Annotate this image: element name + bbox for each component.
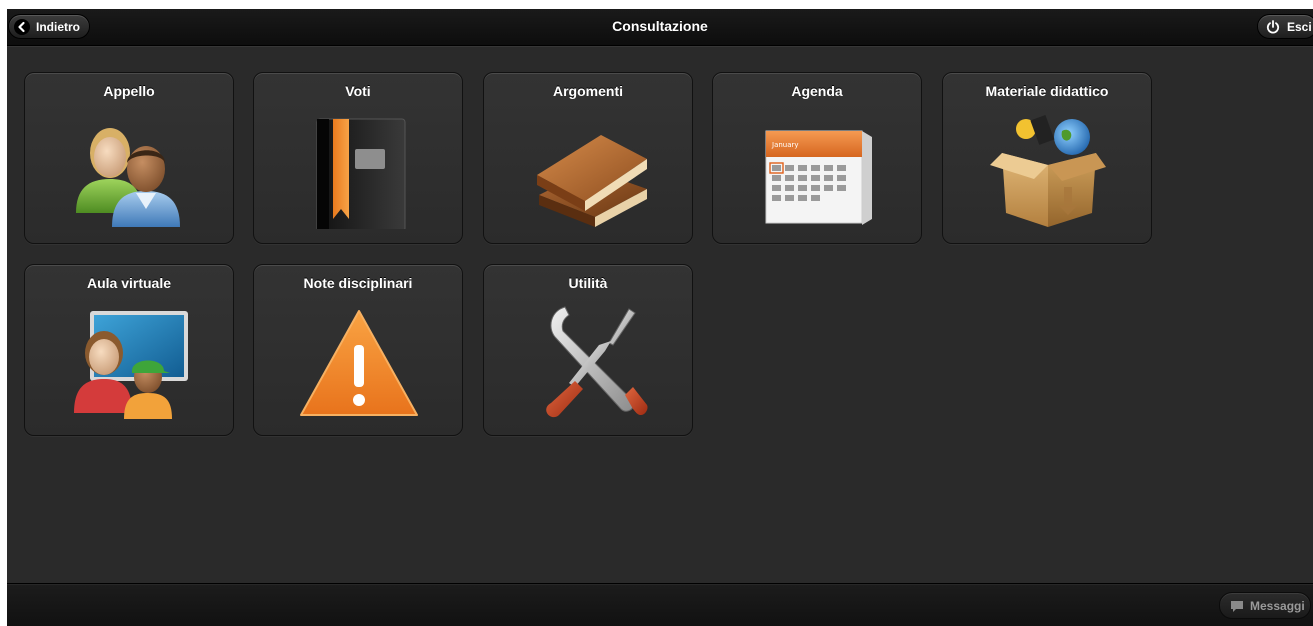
tile-label: Argomenti (553, 83, 623, 99)
people-icon (70, 109, 190, 229)
chevron-left-icon (13, 18, 31, 36)
tile-appello[interactable]: Appello (24, 72, 234, 244)
tile-label: Aula virtuale (86, 275, 172, 291)
exit-button[interactable]: Esci (1257, 14, 1313, 39)
back-button[interactable]: Indietro (8, 14, 90, 39)
tile-label: Voti (345, 83, 371, 99)
exit-button-label: Esci (1287, 19, 1312, 34)
app-window: Consultazione Indietro Esci Appello Voti… (7, 9, 1313, 626)
tile-utilita[interactable]: Utilità (483, 264, 693, 436)
calendar-month: January (771, 141, 799, 149)
tile-note-disciplinari[interactable]: Note disciplinari (253, 264, 463, 436)
tile-label: Note disciplinari (303, 275, 413, 291)
tile-label: Agenda (791, 83, 843, 99)
tile-label: Appello (103, 83, 155, 99)
tile-argomenti[interactable]: Argomenti (483, 72, 693, 244)
calendar-icon: January (758, 109, 878, 229)
messages-button-label: Messaggi (1250, 598, 1305, 613)
tools-icon (529, 301, 649, 421)
header-bar: Consultazione Indietro Esci (7, 9, 1313, 46)
footer-bar: Messaggi (7, 583, 1313, 626)
power-icon (1264, 18, 1282, 36)
page-title: Consultazione (612, 18, 708, 34)
tile-label: Utilità (568, 275, 608, 291)
books-icon (529, 109, 649, 229)
gradebook-icon (299, 109, 419, 232)
box-icon (988, 109, 1108, 229)
back-button-label: Indietro (36, 19, 80, 34)
warning-icon (299, 301, 419, 421)
tile-agenda[interactable]: Agenda January (712, 72, 922, 244)
tile-aula-virtuale[interactable]: Aula virtuale (24, 264, 234, 436)
tile-label: Materiale didattico (985, 83, 1109, 99)
tile-voti[interactable]: Voti (253, 72, 463, 244)
chat-bubble-icon (1230, 599, 1244, 613)
classroom-icon (70, 301, 190, 421)
tile-materiale-didattico[interactable]: Materiale didattico (942, 72, 1152, 244)
messages-button[interactable]: Messaggi (1219, 592, 1311, 619)
